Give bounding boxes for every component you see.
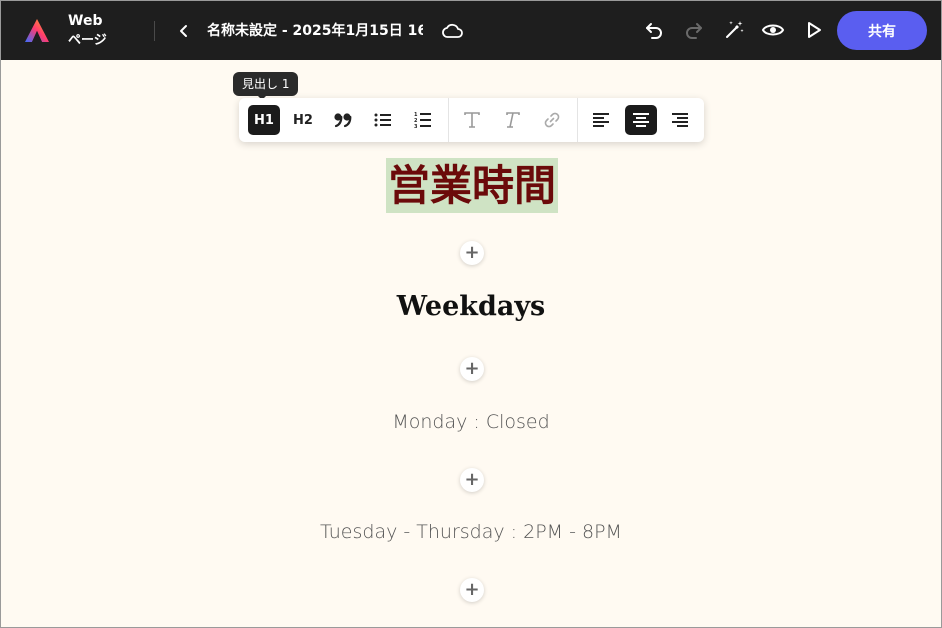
text-format-toolbar: H1 H2 1 2 3 bbox=[239, 98, 704, 142]
text-tuesday-thursday-hours[interactable]: Tuesday - Thursday : 2PM - 8PM bbox=[1, 521, 941, 543]
align-left-icon bbox=[593, 113, 609, 127]
toolbar-separator bbox=[448, 98, 449, 142]
adobe-express-logo-icon bbox=[25, 19, 49, 42]
header-divider bbox=[154, 21, 155, 41]
magic-wand-icon[interactable] bbox=[722, 18, 746, 42]
italic-text-button[interactable] bbox=[496, 105, 528, 135]
align-right-button[interactable] bbox=[664, 105, 696, 135]
quote-icon bbox=[334, 113, 352, 128]
link-icon bbox=[544, 112, 560, 128]
heading-business-hours[interactable]: 営業時間 bbox=[386, 158, 559, 213]
text-style-icon bbox=[464, 112, 480, 128]
subheading-weekdays[interactable]: Weekdays bbox=[1, 291, 941, 322]
link-button[interactable] bbox=[536, 105, 568, 135]
text-style-button[interactable] bbox=[456, 105, 488, 135]
italic-text-icon bbox=[506, 112, 520, 128]
add-block-button[interactable]: + bbox=[460, 241, 484, 265]
share-button[interactable]: 共有 bbox=[837, 11, 927, 50]
app-title: Web ページ bbox=[68, 11, 107, 51]
heading2-button[interactable]: H2 bbox=[287, 105, 319, 135]
text-monday-hours[interactable]: Monday : Closed bbox=[1, 411, 941, 433]
tooltip: 見出し 1 bbox=[233, 72, 299, 96]
app-title-web: Web bbox=[68, 13, 103, 29]
preview-eye-icon[interactable] bbox=[761, 18, 785, 42]
heading1-button[interactable]: H1 bbox=[248, 105, 280, 135]
numbered-list-icon: 1 2 3 bbox=[414, 112, 431, 129]
align-left-button[interactable] bbox=[585, 105, 617, 135]
undo-icon[interactable] bbox=[642, 18, 666, 42]
bullet-list-button[interactable] bbox=[367, 105, 399, 135]
bullet-list-icon bbox=[374, 113, 391, 127]
svg-text:3: 3 bbox=[414, 124, 418, 129]
document-title[interactable]: 名称未設定 - 2025年1月15日 16.… bbox=[207, 21, 423, 41]
add-block-button[interactable]: + bbox=[460, 468, 484, 492]
align-right-icon bbox=[672, 113, 688, 127]
top-bar: Web ページ 名称未設定 - 2025年1月15日 16.… 共有 bbox=[1, 1, 941, 60]
app-frame: Web ページ 名称未設定 - 2025年1月15日 16.… 共有 見出し 1… bbox=[0, 0, 942, 628]
play-icon[interactable] bbox=[802, 18, 826, 42]
toolbar-separator bbox=[577, 98, 578, 142]
back-chevron-icon[interactable] bbox=[174, 21, 194, 41]
numbered-list-button[interactable]: 1 2 3 bbox=[407, 105, 439, 135]
align-center-icon bbox=[633, 113, 649, 127]
align-center-button[interactable] bbox=[625, 105, 657, 135]
add-block-button[interactable]: + bbox=[460, 357, 484, 381]
add-block-button[interactable]: + bbox=[460, 578, 484, 602]
redo-icon[interactable] bbox=[682, 18, 706, 42]
app-title-page: ページ bbox=[68, 33, 107, 48]
quote-button[interactable] bbox=[327, 105, 359, 135]
cloud-sync-icon[interactable] bbox=[441, 19, 465, 43]
